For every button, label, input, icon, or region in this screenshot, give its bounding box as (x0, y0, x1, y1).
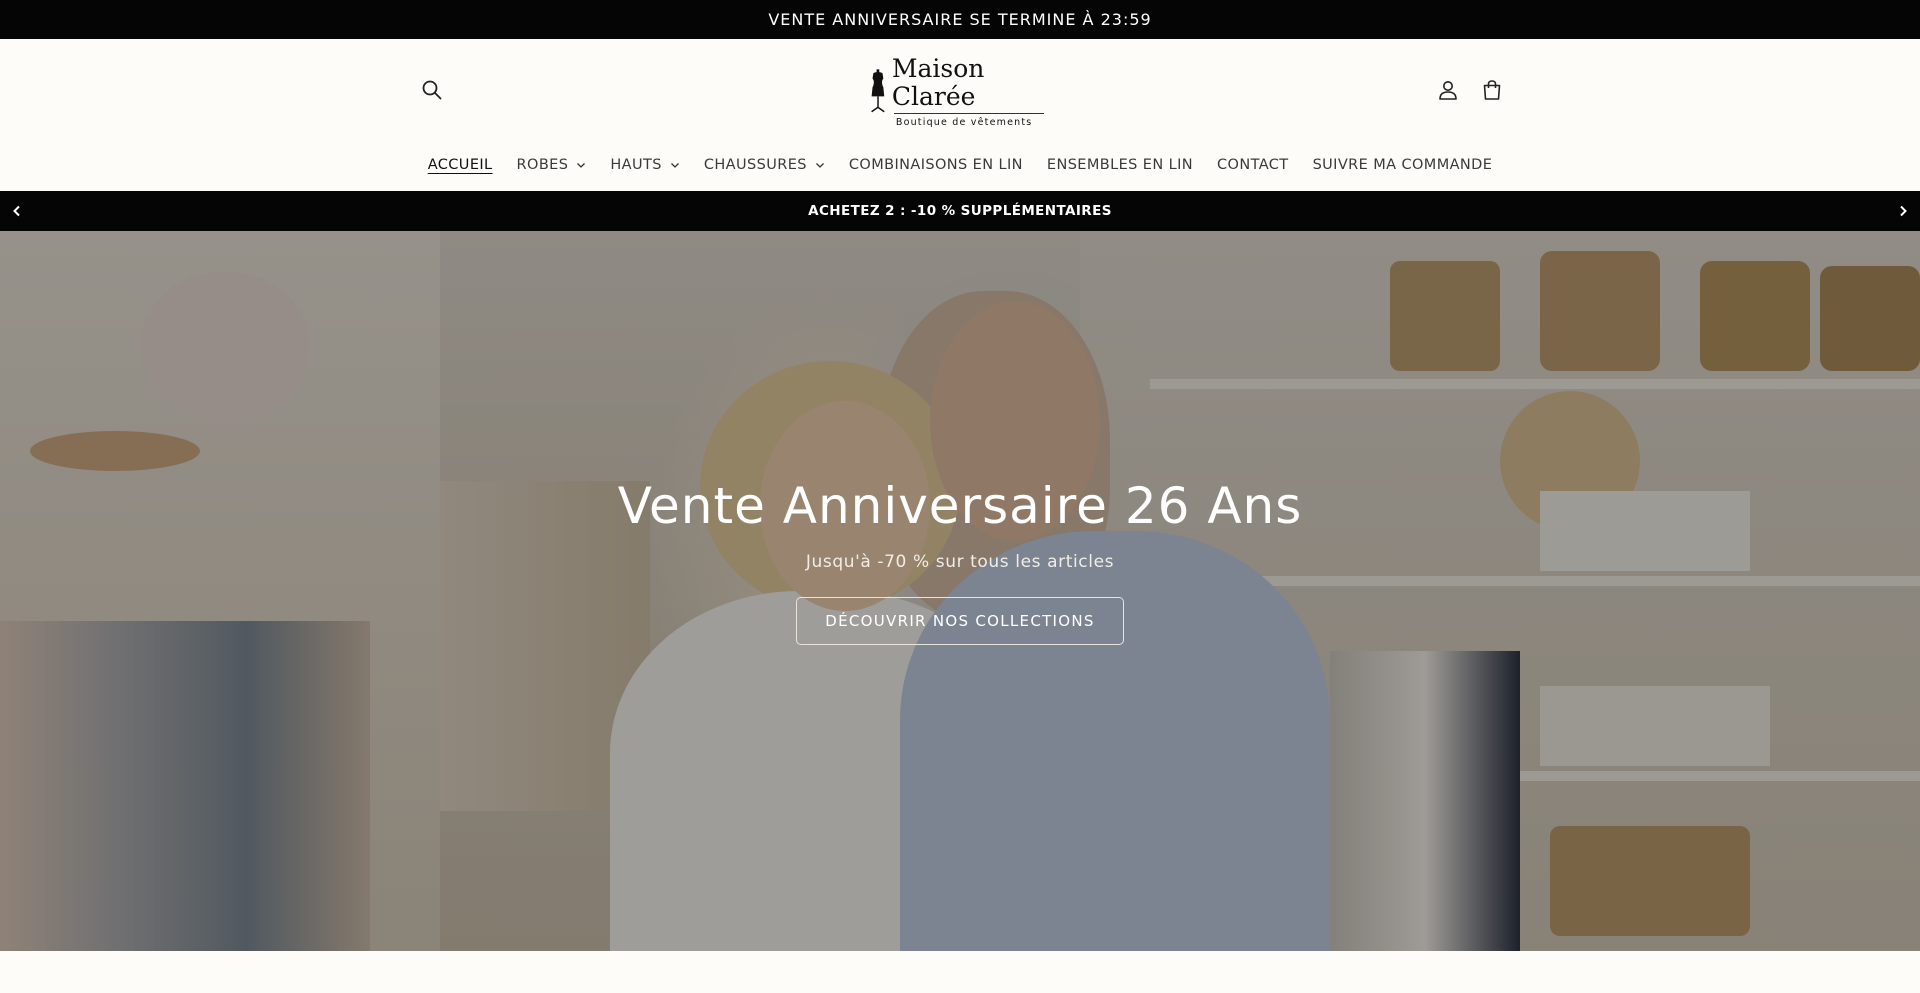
discover-collections-button[interactable]: DÉCOUVRIR NOS COLLECTIONS (796, 597, 1124, 645)
promo-bar: ACHETEZ 2 : -10 % SUPPLÉMENTAIRES (0, 191, 1920, 231)
nav-item-label: ROBES (516, 157, 569, 173)
chevron-right-icon (1900, 205, 1907, 217)
hero-title: Vente Anniversaire 26 Ans (617, 477, 1303, 535)
promo-text: ACHETEZ 2 : -10 % SUPPLÉMENTAIRES (808, 203, 1112, 219)
account-button[interactable] (1430, 72, 1466, 108)
promo-next-button[interactable] (1886, 191, 1920, 231)
user-icon (1439, 81, 1457, 100)
nav-item-contact[interactable]: CONTACT (1217, 157, 1289, 173)
site-header: Maison Clarée Boutique de vêtements ACCU… (0, 39, 1920, 191)
promo-prev-button[interactable] (0, 191, 34, 231)
hero-content: Vente Anniversaire 26 Ans Jusqu'à -70 % … (610, 476, 1310, 645)
chevron-down-icon (670, 163, 679, 168)
nav-item-suivre-ma-commande[interactable]: SUIVRE MA COMMANDE (1313, 157, 1493, 173)
brand-name: Maison Clarée (891, 53, 985, 111)
nav-item-chaussures[interactable]: CHAUSSURES (704, 157, 825, 173)
announcement-bar: VENTE ANNIVERSAIRE SE TERMINE À 23:59 (0, 0, 1920, 39)
nav-item-hauts[interactable]: HAUTS (610, 157, 680, 173)
hero-subtitle: Jusqu'à -70 % sur tous les articles (805, 552, 1115, 572)
brand-tagline: Boutique de vêtements (895, 116, 1033, 128)
nav-item-label: CHAUSSURES (703, 157, 807, 173)
cart-button[interactable] (1474, 72, 1510, 108)
nav-item-robes[interactable]: ROBES (517, 157, 587, 173)
dress-form-icon (871, 69, 885, 113)
nav-item-ensembles-en-lin[interactable]: ENSEMBLES EN LIN (1047, 157, 1193, 173)
nav-item-label: CONTACT (1217, 157, 1289, 173)
nav-item-accueil[interactable]: ACCUEIL (428, 157, 493, 173)
logo-divider (893, 112, 1044, 114)
brand-logo[interactable]: Maison Clarée Boutique de vêtements (868, 54, 1058, 128)
nav-item-label: HAUTS (610, 157, 662, 173)
nav-item-label: ENSEMBLES EN LIN (1046, 157, 1193, 173)
chevron-down-icon (815, 163, 824, 168)
chevron-left-icon (13, 205, 20, 217)
page-content-start (0, 951, 1920, 993)
chevron-down-icon (577, 163, 586, 168)
nav-item-label: ACCUEIL (427, 157, 493, 173)
bag-icon (1483, 80, 1501, 100)
nav-item-combinaisons-en-lin[interactable]: COMBINAISONS EN LIN (849, 157, 1023, 173)
announcement-text: VENTE ANNIVERSAIRE SE TERMINE À 23:59 (768, 10, 1152, 29)
nav-item-label: COMBINAISONS EN LIN (848, 157, 1023, 173)
hero-banner: Vente Anniversaire 26 Ans Jusqu'à -70 % … (0, 231, 1920, 951)
search-icon (422, 80, 442, 100)
search-button[interactable] (414, 72, 450, 108)
main-navigation: ACCUEIL ROBES HAUTS CHAUSSURES COMBINAIS… (0, 152, 1920, 178)
nav-item-label: SUIVRE MA COMMANDE (1312, 157, 1493, 173)
